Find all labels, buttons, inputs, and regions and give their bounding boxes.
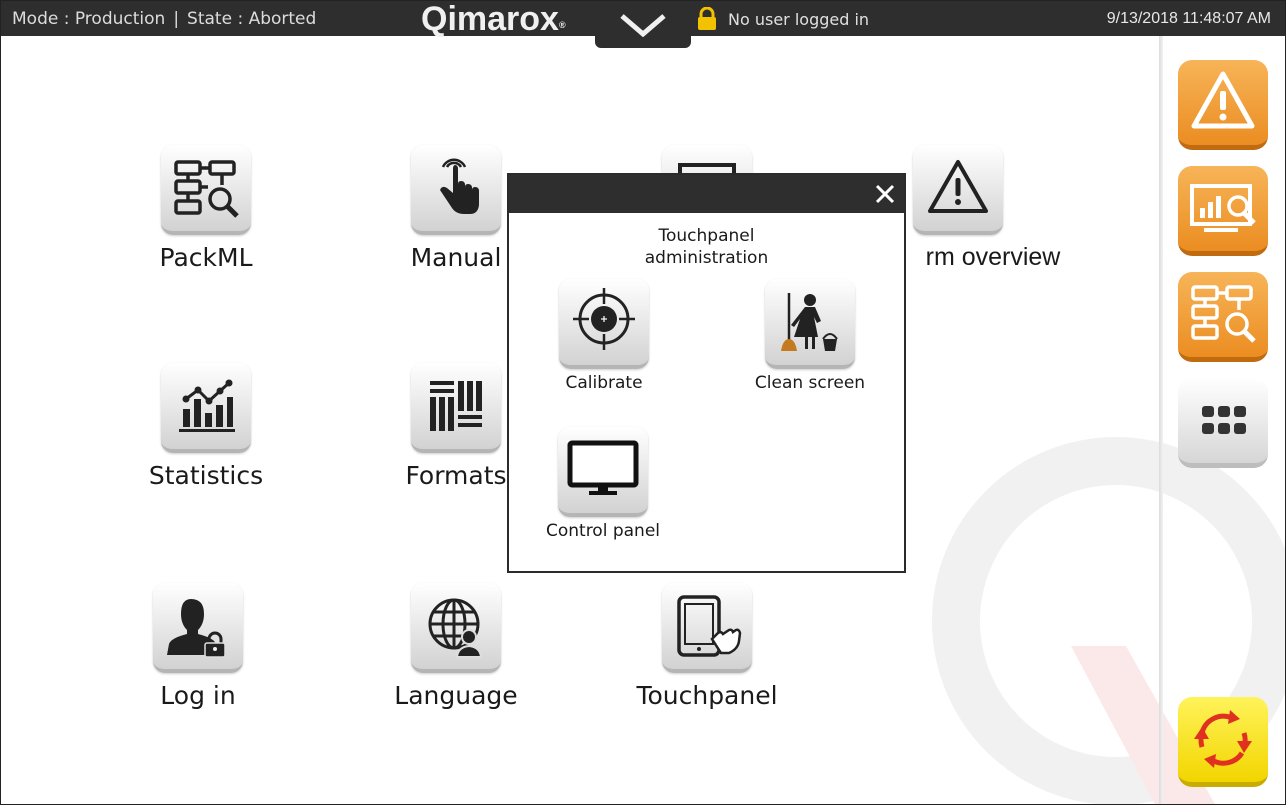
clean-screen-label: Clean screen — [754, 373, 866, 393]
touch-hand-icon — [440, 158, 479, 214]
packml-icon — [174, 160, 239, 218]
brand-logo: Qimarox® — [421, 0, 566, 38]
machine-status: Mode : Production | State : Aborted — [12, 9, 317, 29]
crosshair-icon — [573, 288, 635, 350]
chevron-down-icon — [620, 14, 666, 37]
calibrate-label: Calibrate — [565, 373, 643, 393]
control-panel-label: Control panel — [545, 521, 661, 541]
grid-menu-icon — [1202, 406, 1246, 434]
calibrate-button[interactable]: Calibrate — [524, 279, 684, 393]
menu-button[interactable] — [1178, 378, 1268, 468]
tile-label: PackML — [159, 243, 253, 272]
control-panel-button[interactable]: Control panel — [523, 427, 683, 541]
monitor-icon — [567, 440, 639, 495]
tile-statistics[interactable]: Statistics — [81, 363, 331, 490]
dialog-title: Touchpanel administration — [644, 226, 769, 268]
packml-rail-button[interactable] — [1178, 272, 1268, 362]
state-label: State : Aborted — [187, 9, 317, 29]
tile-label: Touchpanel — [636, 681, 778, 710]
tile-touchpanel[interactable]: Touchpanel — [582, 583, 832, 710]
reset-cycle-icon — [1194, 710, 1252, 768]
reset-button[interactable] — [1178, 697, 1268, 787]
monitor-analytics-icon — [1190, 184, 1256, 232]
tile-label: Statistics — [148, 461, 264, 490]
statistics-icon — [179, 379, 235, 432]
dialog-header — [509, 175, 904, 213]
analytics-button[interactable] — [1178, 166, 1268, 256]
close-icon[interactable] — [872, 181, 898, 207]
user-status: No user logged in — [728, 10, 870, 29]
clean-screen-button[interactable]: Clean screen — [730, 279, 890, 393]
warning-icon — [928, 160, 988, 213]
packml-icon — [1191, 285, 1256, 343]
cleaning-lady-icon — [781, 293, 838, 351]
touchpanel-admin-dialog: Touchpanel administration Calibrate Clea… — [507, 173, 906, 573]
globe-user-icon — [428, 598, 483, 658]
formats-icon — [430, 381, 482, 431]
app-window: Mode : Production | State : Aborted Qimaro… — [0, 0, 1286, 805]
tile-login[interactable]: Log in — [73, 583, 323, 710]
dropdown-tab[interactable] — [595, 1, 691, 48]
tile-language[interactable]: Language — [331, 583, 581, 710]
lock-icon — [698, 7, 716, 30]
date-time: 9/13/2018 11:48:07 AM — [1106, 10, 1271, 27]
tablet-touch-icon — [677, 595, 742, 657]
alarm-icon — [1191, 71, 1255, 129]
tile-label: rm overview — [925, 243, 1061, 271]
user-lock-icon — [167, 599, 226, 658]
tile-packml[interactable]: PackML — [81, 145, 331, 272]
rail-divider — [1159, 36, 1163, 804]
tile-label: Language — [394, 681, 518, 710]
mode-label: Mode : Production — [12, 9, 166, 29]
tile-label: Log in — [160, 681, 236, 710]
alarm-button[interactable] — [1178, 60, 1268, 150]
